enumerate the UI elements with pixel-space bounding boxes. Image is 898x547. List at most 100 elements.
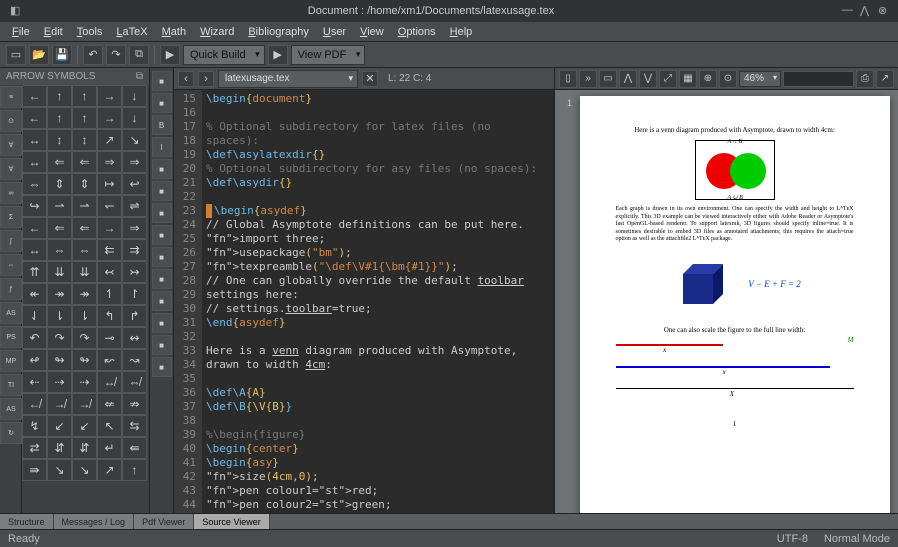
symbol-category-12[interactable]: TI [0,374,22,396]
arrow-symbol[interactable]: ↗ [97,459,122,481]
arrow-symbol[interactable]: ↝ [122,349,147,371]
code-area[interactable]: \begin{document} % Optional subdirectory… [202,90,554,513]
tab-messages-log[interactable]: Messages / Log [54,514,135,529]
structure-btn-3[interactable]: I [152,137,172,157]
arrow-symbol[interactable]: ⇍ [97,393,122,415]
app-menu-icon[interactable]: ◧ [10,4,24,18]
arrow-symbol[interactable]: ↱ [122,305,147,327]
structure-btn-1[interactable]: ■ [152,93,172,113]
arrow-symbol[interactable]: ↠ [47,283,72,305]
symbol-category-5[interactable]: Σ [0,206,22,228]
arrow-symbol[interactable]: ⇕ [47,173,72,195]
preview-up-icon[interactable]: ⋀ [619,70,637,88]
run-icon[interactable]: ▶ [160,45,180,65]
close-icon[interactable]: ⊗ [878,4,892,18]
symbol-category-3[interactable]: ∀ [0,158,22,180]
menu-file[interactable]: File [6,24,36,40]
structure-btn-0[interactable]: ■ [152,71,172,91]
symbol-category-4[interactable]: ∞ [0,182,22,204]
arrow-symbol[interactable]: ↩ [122,173,147,195]
arrow-symbol[interactable]: ⇒ [122,217,147,239]
copy-icon[interactable]: ⧉ [129,45,149,65]
preview-book-icon[interactable]: ▭ [599,70,617,88]
arrow-symbol[interactable]: ← [22,85,47,107]
arrow-symbol[interactable]: ↛ [47,393,72,415]
arrow-symbol[interactable]: ⇵ [72,437,97,459]
structure-btn-13[interactable]: ■ [152,357,172,377]
menu-options[interactable]: Options [392,24,442,40]
symbol-category-1[interactable]: ⊙ [0,110,22,132]
arrow-symbol[interactable]: ⇆ [122,415,147,437]
symbol-category-13[interactable]: AS [0,398,22,420]
arrow-symbol[interactable]: ↑ [72,107,97,129]
symbol-category-10[interactable]: PS [0,326,22,348]
arrow-symbol[interactable]: ↙ [47,415,72,437]
arrow-symbol[interactable]: ↕ [72,129,97,151]
minimize-icon[interactable]: — [842,4,856,18]
nav-fwd-icon[interactable]: › [198,71,214,87]
arrow-symbol[interactable]: ↛ [72,393,97,415]
arrow-symbol[interactable]: ↪ [22,195,47,217]
zoom-dropdown[interactable]: 46% [739,71,781,87]
arrow-symbol[interactable]: ↑ [47,107,72,129]
arrow-symbol[interactable]: ↑ [47,85,72,107]
preview-fit-icon[interactable]: ⤢ [659,70,677,88]
symbol-category-11[interactable]: MP [0,350,22,372]
save-icon[interactable]: 💾 [52,45,72,65]
menu-edit[interactable]: Edit [38,24,69,40]
arrow-symbol[interactable]: ↾ [122,283,147,305]
symbol-category-14[interactable]: ↻ [0,422,22,444]
arrow-symbol[interactable]: ↰ [97,305,122,327]
arrow-symbol[interactable]: ↑ [122,459,147,481]
preview-eye-icon[interactable]: ⊙ [719,70,737,88]
arrow-symbol[interactable]: ⇔ [47,239,72,261]
arrow-symbol[interactable]: ↵ [97,437,122,459]
view-icon[interactable]: ▶ [268,45,288,65]
arrow-symbol[interactable]: ⇔ [72,239,97,261]
arrow-symbol[interactable]: ⇐ [72,151,97,173]
arrow-symbol[interactable]: ⊸ [97,327,122,349]
arrow-symbol[interactable]: ⇊ [47,261,72,283]
arrow-symbol[interactable]: → [97,217,122,239]
arrow-symbol[interactable]: ↕ [47,129,72,151]
arrow-symbol[interactable]: ↔ [22,151,47,173]
symbol-category-6[interactable]: ∫ [0,230,22,252]
arrow-symbol[interactable]: ⇀ [72,195,97,217]
preview-down-icon[interactable]: ⋁ [639,70,657,88]
arrow-symbol[interactable]: ↖ [97,415,122,437]
arrow-symbol[interactable]: ⇌ [122,195,147,217]
arrow-symbol[interactable]: ⇛ [22,459,47,481]
arrow-symbol[interactable]: ↠ [72,283,97,305]
arrow-symbol[interactable]: ⇐ [72,217,97,239]
arrow-symbol[interactable]: ⇉ [122,239,147,261]
symbol-category-2[interactable]: ∀ [0,134,22,156]
menu-user[interactable]: User [317,24,352,40]
structure-btn-10[interactable]: ■ [152,291,172,311]
arrow-symbol[interactable]: ↓ [122,85,147,107]
arrow-symbol[interactable]: ↮ [97,371,122,393]
arrow-symbol[interactable]: ↗ [97,129,122,151]
arrow-symbol[interactable]: ↜ [97,349,122,371]
arrow-symbol[interactable]: ↔ [22,239,47,261]
symbols-detach-icon[interactable]: ⧉ [136,71,143,82]
arrow-symbol[interactable]: ↦ [97,173,122,195]
arrow-symbol[interactable]: ⇀ [47,195,72,217]
arrow-symbol[interactable]: ↿ [97,283,122,305]
arrow-symbol[interactable]: ⇊ [72,261,97,283]
arrow-symbol[interactable]: ⇃ [22,305,47,327]
arrow-symbol[interactable]: ↢ [97,261,122,283]
structure-btn-4[interactable]: ■ [152,159,172,179]
arrow-symbol[interactable]: ↞ [22,283,47,305]
arrow-symbol[interactable]: ↯ [22,415,47,437]
nav-back-icon[interactable]: ‹ [178,71,194,87]
open-icon[interactable]: 📂 [29,45,49,65]
menu-math[interactable]: Math [156,24,192,40]
arrow-symbol[interactable]: ⇒ [97,151,122,173]
structure-btn-11[interactable]: ■ [152,313,172,333]
structure-btn-6[interactable]: ■ [152,203,172,223]
menu-view[interactable]: View [354,24,390,40]
arrow-symbol[interactable]: ↭ [122,327,147,349]
arrow-symbol[interactable]: ⇂ [72,305,97,327]
arrow-symbol[interactable]: ↚ [22,393,47,415]
arrow-symbol[interactable]: ⇏ [122,393,147,415]
